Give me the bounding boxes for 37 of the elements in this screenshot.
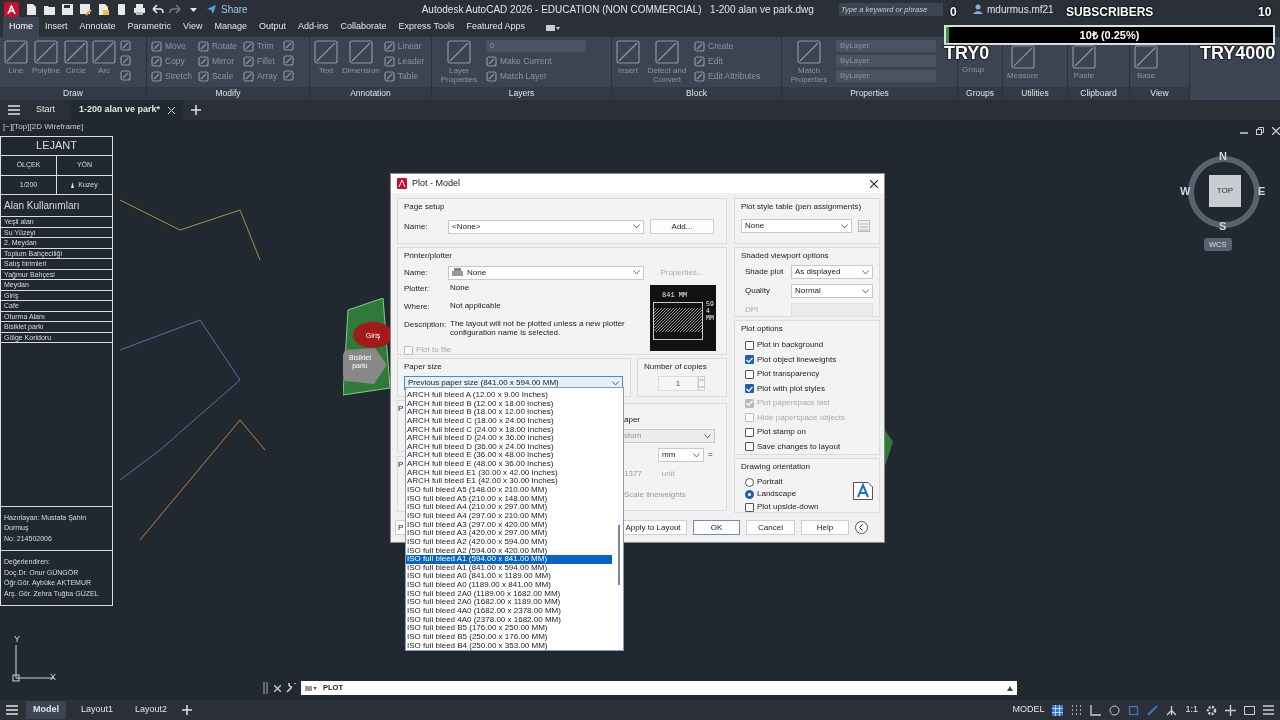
goal-heading: SUBSCRIBERS — [1066, 5, 1154, 20]
goal-start: 0 — [950, 5, 957, 20]
group-title: P — [398, 459, 404, 471]
field-value: None — [450, 283, 471, 294]
field-label: = — [708, 449, 713, 461]
group-title: Printer/plotter — [404, 250, 453, 262]
field-value: Not applicable — [450, 301, 502, 312]
field-label: Quality — [745, 285, 771, 297]
field-label: Description: — [404, 319, 446, 331]
scale-value: 1377 — [624, 468, 642, 480]
dialog-title: Plot - Model — [412, 176, 461, 190]
group-title: Plot style table (pen assignments) — [741, 201, 862, 213]
checkbox-label: Scale lineweights — [624, 489, 687, 501]
field-label: unit — [661, 468, 675, 480]
group-title: Plot options — [741, 323, 783, 335]
group-title: Paper size — [404, 361, 442, 373]
amount-text: TRY4000 — [1200, 44, 1276, 62]
amount-text: TRY0 — [944, 44, 990, 62]
group-title: Drawing orientation — [741, 461, 810, 473]
group-title: Number of copies — [644, 361, 707, 373]
field-label: Plotter: — [404, 283, 431, 295]
progress-text: 10₺ (0.25%) — [1078, 28, 1141, 43]
field-label: Shade plot — [745, 266, 785, 278]
field-label: Name: — [404, 266, 429, 279]
legend-title: LEJANT — [1, 137, 112, 156]
field-label: Where: — [404, 301, 431, 313]
group-title: Shaded viewport options — [741, 250, 829, 262]
field-value: The layout will not be plotted unless a new plotter configuration name is selected. — [450, 319, 626, 337]
field-label: Name: — [404, 220, 429, 233]
group-title: aper — [624, 414, 640, 426]
group-title: P — [398, 403, 404, 415]
legend-heading: Alan Kullanımları — [1, 195, 112, 217]
window-title: Autodesk AutoCAD 2026 - EDUCATION (NON COMMERCIAL) 1-200 alan ve park.dwg — [421, 2, 814, 17]
axis-label: Y — [14, 633, 20, 646]
goal-end: 10 — [1258, 5, 1272, 20]
group-title: Page setup — [404, 201, 445, 213]
axis-label: X — [50, 671, 56, 684]
